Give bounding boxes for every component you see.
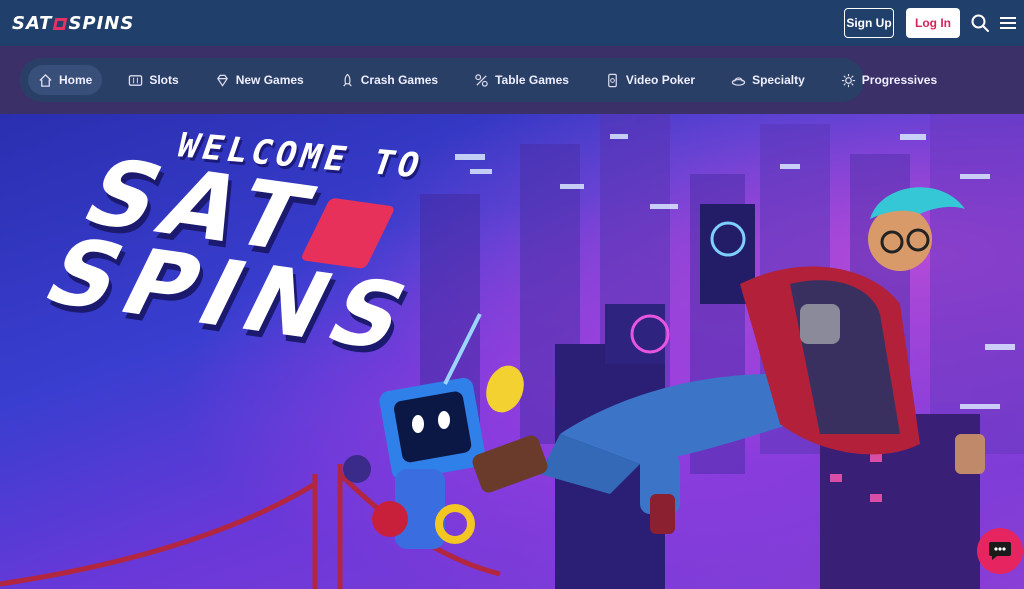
rocket-icon [343, 73, 352, 87]
nav-strip: Home Slots New Games Crash Games Table G… [0, 46, 1024, 114]
nav-item-label: Video Poker [625, 73, 696, 87]
nav-item-label: Slots [149, 73, 179, 87]
hamburger-menu-icon[interactable] [998, 13, 1018, 33]
logo-text-left: SAT [12, 13, 53, 34]
nav-item-label: Crash Games [360, 73, 439, 87]
diamond-icon [216, 74, 228, 87]
nav-item-table-games[interactable]: Table Games [464, 65, 579, 95]
nav-item-label: Progressives [861, 73, 938, 87]
poker-chip-icon [608, 73, 617, 87]
logo-o-mark [53, 17, 68, 30]
logo-text-right: SPINS [68, 13, 135, 34]
home-icon [39, 73, 52, 87]
nav-item-slots[interactable]: Slots [118, 65, 188, 95]
nav-item-progressives[interactable]: Progressives [831, 65, 947, 95]
specialty-icon [731, 76, 746, 86]
nav-item-home[interactable]: Home [28, 65, 103, 95]
nav-item-video-poker[interactable]: Video Poker [595, 65, 705, 95]
nav-item-specialty[interactable]: Specialty [721, 65, 815, 95]
nav-item-label: New Games [235, 73, 304, 87]
category-nav: Home Slots New Games Crash Games Table G… [20, 58, 937, 102]
nav-item-label: Home [59, 73, 93, 87]
sign-up-button[interactable]: Sign Up [844, 8, 894, 38]
hero-banner[interactable]: WELCOME TO SAT SPINS [0, 114, 1024, 589]
nav-item-label: Table Games [495, 73, 569, 87]
log-in-button[interactable]: Log In [906, 8, 960, 38]
nav-item-label: Specialty [752, 73, 805, 87]
slot-machine-icon [129, 74, 143, 86]
top-header: SAT SPINS Sign Up Log In [0, 0, 1024, 46]
nav-item-new-games[interactable]: New Games [205, 65, 314, 95]
chat-bubble-icon [989, 542, 1011, 560]
search-icon[interactable] [970, 13, 990, 33]
nav-item-crash-games[interactable]: Crash Games [330, 65, 448, 95]
cards-icon [475, 73, 488, 87]
live-chat-button[interactable] [977, 528, 1023, 574]
sparkle-icon [841, 73, 855, 87]
site-logo[interactable]: SAT SPINS [12, 13, 134, 34]
